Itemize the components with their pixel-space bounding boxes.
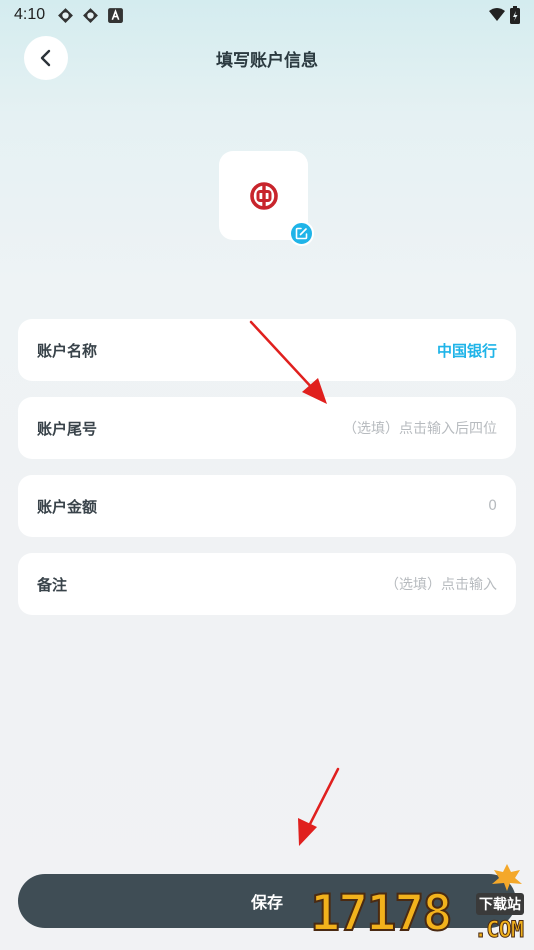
account-amount-row[interactable]: 账户金额 0 (18, 475, 516, 537)
note-row[interactable]: 备注 （选填）点击输入 (18, 553, 516, 615)
sync-icon (58, 7, 74, 23)
account-tail-input[interactable]: （选填）点击输入后四位 (343, 418, 497, 438)
page-title: 填写账户信息 (216, 51, 318, 71)
sync-icon (83, 7, 99, 23)
account-tail-row[interactable]: 账户尾号 （选填）点击输入后四位 (18, 397, 516, 459)
account-name-label: 账户名称 (37, 341, 98, 360)
note-label: 备注 (37, 575, 68, 594)
account-amount-label: 账户金额 (37, 497, 98, 516)
wifi-icon (489, 8, 505, 21)
edit-logo-button[interactable] (289, 221, 314, 246)
arrow-to-save-button (298, 767, 340, 846)
account-tail-label: 账户尾号 (37, 419, 98, 438)
edit-icon (295, 227, 308, 240)
account-name-value[interactable]: 中国银行 (437, 340, 497, 361)
bank-of-china-logo-icon (249, 181, 278, 210)
status-time: 4:10 (14, 6, 46, 23)
status-bar: 4:10 (0, 0, 534, 30)
a-badge-icon (108, 7, 124, 23)
save-button[interactable]: 保存 (18, 874, 516, 928)
account-name-row[interactable]: 账户名称 中国银行 (18, 319, 516, 381)
note-input[interactable]: （选填）点击输入 (385, 574, 497, 594)
battery-icon (510, 6, 520, 24)
account-amount-input[interactable]: 0 (488, 498, 497, 514)
